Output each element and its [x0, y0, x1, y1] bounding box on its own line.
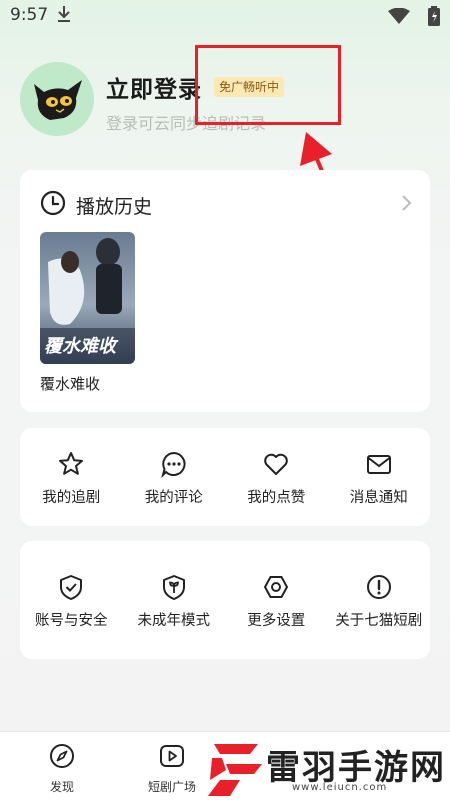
my-follows-button[interactable]: 我的追剧 [20, 428, 123, 526]
history-header[interactable]: 播放历史 [40, 190, 153, 220]
about-label: 关于七猫短剧 [335, 613, 423, 629]
sprout-shield-icon [162, 575, 185, 600]
minor-mode-button[interactable]: 未成年模式 [123, 541, 226, 659]
login-title[interactable]: 立即登录 [106, 70, 202, 104]
more-settings-label: 更多设置 [247, 613, 306, 629]
nav-discover-label: 发现 [49, 780, 74, 794]
settings-hex-icon [264, 576, 289, 598]
compass-icon [50, 744, 74, 768]
watermark-url: www.leiucn.com [292, 782, 388, 793]
status-time: 9:57 [10, 5, 49, 25]
more-settings-button[interactable]: 更多设置 [225, 541, 328, 659]
clock-icon [40, 190, 66, 220]
nav-drama-plaza[interactable]: 短剧广场 [140, 742, 204, 795]
shield-icon [60, 575, 83, 600]
download-icon [56, 5, 72, 27]
my-follows-label: 我的追剧 [42, 490, 101, 506]
play-square-icon [160, 745, 184, 767]
account-security-button[interactable]: 账号与安全 [20, 541, 123, 659]
about-button[interactable]: 关于七猫短剧 [328, 541, 431, 659]
cat-logo-icon [34, 80, 82, 120]
watermark: 雷羽手游网 www.leiucn.com [200, 738, 450, 800]
battery-icon [428, 6, 440, 30]
notifications-label: 消息通知 [349, 490, 408, 506]
star-icon [59, 452, 84, 475]
info-icon [366, 575, 391, 599]
my-likes-button[interactable]: 我的点赞 [225, 428, 328, 526]
activity-grid-card: 我的追剧 我的评论 我的点赞 消息通知 [20, 428, 430, 526]
drama-poster[interactable]: 覆水难收 [40, 232, 135, 364]
my-comments-label: 我的评论 [144, 490, 203, 506]
my-likes-label: 我的点赞 [247, 490, 306, 506]
highlight-box [195, 45, 341, 125]
my-comments-button[interactable]: 我的评论 [123, 428, 226, 526]
watermark-logo-icon [208, 744, 262, 796]
drama-name[interactable]: 覆水难收 [40, 373, 100, 394]
poster-title: 覆水难收 [44, 336, 116, 357]
settings-grid-card: 账号与安全 未成年模式 更多设置 关于七猫短剧 [20, 541, 430, 659]
avatar[interactable] [20, 62, 94, 136]
mail-icon [366, 455, 391, 474]
comment-icon [160, 451, 186, 478]
nav-drama-plaza-label: 短剧广场 [147, 780, 196, 794]
history-card: 播放历史 覆水难收 覆水难收 [20, 170, 430, 412]
minor-mode-label: 未成年模式 [137, 613, 211, 629]
chevron-right-icon[interactable] [400, 194, 412, 216]
nav-discover[interactable]: 发现 [38, 742, 86, 795]
notifications-button[interactable]: 消息通知 [328, 428, 431, 526]
account-security-label: 账号与安全 [35, 613, 108, 629]
status-bar: 9:57 [0, 0, 450, 30]
history-title: 播放历史 [76, 195, 153, 218]
wifi-icon [388, 7, 410, 28]
heart-icon [264, 453, 289, 475]
